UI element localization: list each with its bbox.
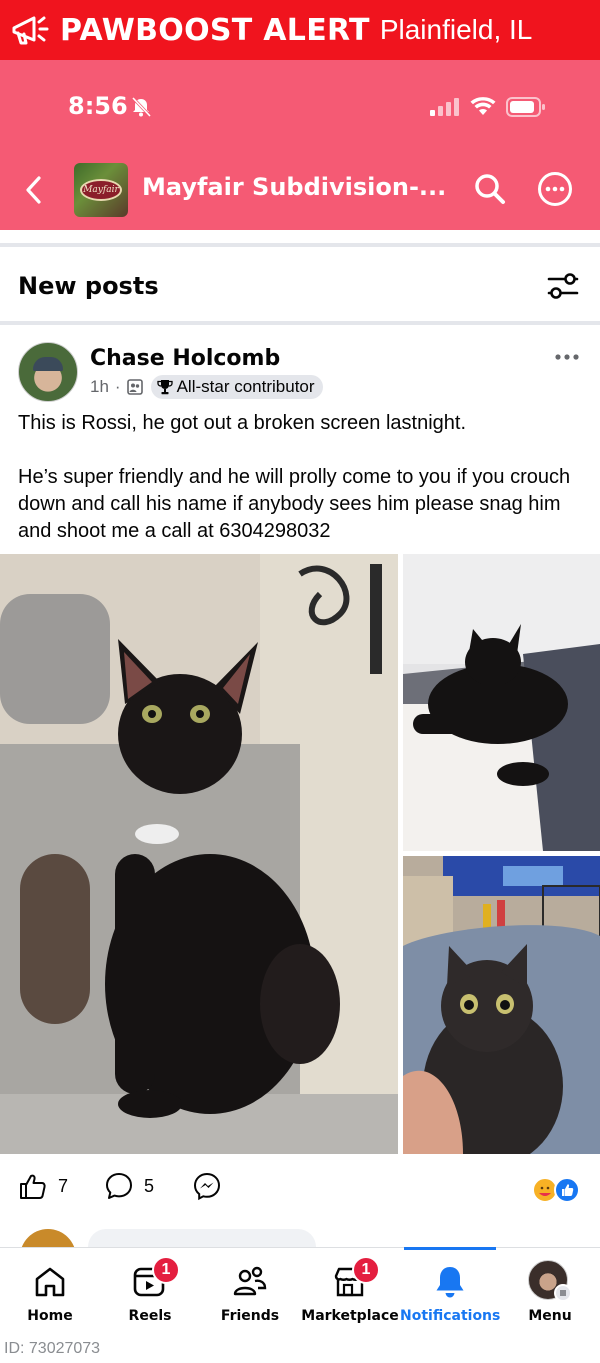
alert-brand: PAWBOOST ALERT [60, 12, 370, 48]
reels-badge: 1 [152, 1256, 180, 1284]
comment-count: 5 [144, 1175, 155, 1196]
menu-lines-icon [554, 1284, 572, 1302]
thumbs-up-icon [20, 1174, 46, 1199]
messenger-share-button[interactable] [192, 1171, 222, 1201]
author-avatar[interactable] [18, 342, 78, 402]
cat-on-tree-illustration [0, 554, 398, 1154]
contributor-badge[interactable]: All-star contributor [150, 375, 323, 399]
trophy-icon [156, 380, 173, 395]
post-text-line: This is Rossi, he got out a broken scree… [18, 412, 467, 434]
pawboost-alert-banner: PAWBOOST ALERT Plainfield, IL [0, 0, 600, 60]
alert-location: Plainfield, IL [379, 14, 533, 45]
like-reaction-icon [554, 1177, 580, 1203]
post-options-icon[interactable] [554, 350, 580, 364]
search-icon[interactable] [472, 171, 508, 207]
post-photo-top-right[interactable] [403, 554, 600, 851]
badge-label: All-star contributor [176, 377, 315, 396]
comment-preview [0, 1225, 600, 1247]
meta-separator: · [114, 377, 121, 396]
post-body: This is Rossi, he got out a broken scree… [18, 410, 588, 545]
more-options-icon[interactable] [537, 171, 573, 207]
group-logo-sign: Mayfair [80, 179, 122, 201]
post-photo-main[interactable] [0, 554, 398, 1154]
wifi-icon [470, 97, 496, 115]
tab-label: Menu [528, 1308, 572, 1324]
post-actions: 7 5 [0, 1165, 600, 1210]
group-nav-bar: Mayfair Mayfair Subdivision-... [0, 155, 600, 225]
tab-notifications[interactable]: Notifications [400, 1248, 500, 1338]
post-author[interactable]: Chase Holcomb [90, 346, 280, 371]
new-posts-header: New posts [0, 247, 600, 322]
group-name[interactable]: Mayfair Subdivision-... [142, 173, 446, 201]
reactions-summary[interactable] [532, 1177, 584, 1203]
tab-reels[interactable]: 1 Reels [100, 1248, 200, 1338]
post-age[interactable]: 1h [90, 377, 109, 397]
post-meta: 1h · All-star contributor [90, 375, 323, 399]
cellular-signal-icon [430, 98, 459, 116]
group-members-icon [126, 379, 143, 395]
comment-bubble-icon [106, 1173, 132, 1199]
group-thumbnail[interactable]: Mayfair [74, 163, 128, 217]
kitten-held-illustration [403, 856, 600, 1154]
bottom-nav: Home 1 Reels Friends 1 Marketplace Notif… [0, 1247, 600, 1337]
silent-bell-icon [131, 96, 152, 118]
home-icon [35, 1267, 65, 1297]
avatar-cap [33, 357, 63, 371]
tab-label: Reels [128, 1308, 172, 1324]
cat-sleeping-illustration [403, 554, 600, 851]
tab-label: Notifications [400, 1308, 501, 1324]
filter-sliders-icon[interactable] [546, 271, 580, 301]
tab-label: Marketplace [301, 1308, 399, 1324]
post-text-line: He’s super friendly and he will prolly c… [18, 466, 571, 542]
section-divider [0, 321, 600, 325]
comment-button[interactable]: 5 [104, 1171, 154, 1201]
tab-marketplace[interactable]: 1 Marketplace [300, 1248, 400, 1338]
tab-label: Home [27, 1308, 73, 1324]
status-bar: 8:56 [0, 60, 600, 155]
like-button[interactable]: 7 [18, 1171, 68, 1201]
friends-icon [233, 1266, 267, 1296]
megaphone-icon [12, 16, 49, 45]
bell-icon [436, 1267, 464, 1298]
section-title: New posts [18, 272, 159, 300]
post-photo-bottom-right[interactable] [403, 856, 600, 1154]
tab-home[interactable]: Home [0, 1248, 100, 1338]
back-arrow-icon[interactable] [22, 175, 46, 205]
status-time: 8:56 [68, 92, 128, 120]
battery-icon [506, 97, 545, 117]
commenter-avatar[interactable] [20, 1229, 76, 1247]
tab-label: Friends [220, 1308, 280, 1324]
comment-bubble[interactable] [88, 1229, 316, 1247]
marketplace-badge: 1 [352, 1256, 380, 1284]
tab-friends[interactable]: Friends [200, 1248, 300, 1338]
like-count: 7 [58, 1175, 69, 1196]
group-logo-text: Mayfair [83, 185, 119, 195]
group-header: 8:56 Mayfair Mayfair Subdivision-... [0, 60, 600, 230]
tab-menu[interactable]: Menu [500, 1248, 600, 1338]
listing-id: ID: 73027073 [4, 1340, 101, 1357]
messenger-icon [193, 1172, 221, 1201]
